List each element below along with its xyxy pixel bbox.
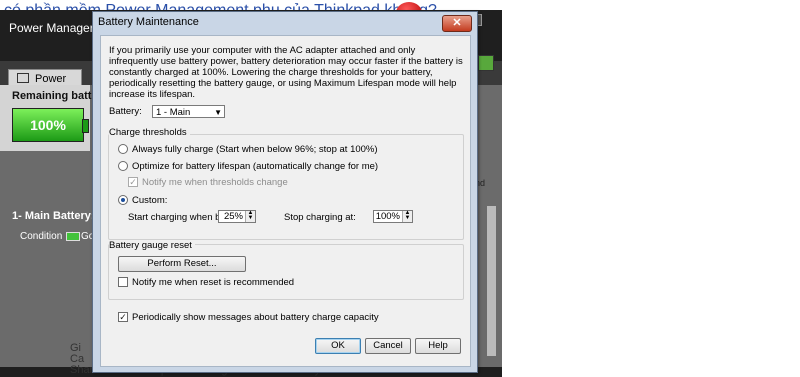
periodic-messages-checkbox[interactable]: ✓ — [118, 312, 128, 322]
help-button[interactable]: Help — [415, 338, 461, 354]
app-tray-icon[interactable] — [478, 55, 494, 71]
battery-select-value: 1 - Main — [156, 107, 191, 118]
always-full-label[interactable]: Always fully charge (Start when below 96… — [132, 144, 378, 155]
periodic-messages-label[interactable]: Periodically show messages about battery… — [132, 312, 379, 323]
condition-label: Condition — [20, 231, 63, 242]
main-battery-label: 1- Main Battery: — [12, 210, 95, 222]
chevron-down-icon: ▼ — [214, 108, 222, 117]
scrollbar[interactable] — [487, 206, 496, 356]
notify-reset-checkbox[interactable] — [118, 277, 128, 287]
start-charging-value: 25% — [223, 211, 243, 222]
always-full-radio[interactable] — [118, 144, 128, 154]
battery-tab-icon — [17, 73, 29, 83]
stop-charging-label: Stop charging at: — [284, 212, 356, 223]
spinner-arrows-icon[interactable]: ▲ ▼ — [402, 210, 412, 222]
custom-label[interactable]: Custom: — [132, 195, 167, 206]
battery-label: Battery: — [109, 106, 142, 117]
battery-level-indicator: 100% — [12, 108, 89, 142]
battery-condition-icon — [66, 232, 80, 241]
optimize-lifespan-label[interactable]: Optimize for battery lifespan (automatic… — [132, 161, 378, 172]
battery-select[interactable]: 1 - Main ▼ — [152, 105, 225, 118]
start-charging-stepper[interactable]: 25% ▲ ▼ — [218, 210, 256, 223]
notify-reset-label[interactable]: Notify me when reset is recommended — [132, 277, 294, 288]
charge-thresholds-title: Charge thresholds — [109, 127, 190, 138]
stop-charging-value: 100% — [375, 211, 400, 222]
close-icon[interactable]: ✕ — [442, 15, 472, 32]
notify-thresholds-label: Notify me when thresholds change — [142, 177, 288, 188]
battery-maintenance-dialog: Battery Maintenance ✕ If you primarily u… — [92, 11, 478, 373]
dialog-client-area: If you primarily use your computer with … — [100, 35, 471, 367]
power-manager-title: Power Manager — [9, 21, 94, 35]
perform-reset-button[interactable]: Perform Reset... — [118, 256, 246, 272]
dialog-title: Battery Maintenance — [98, 16, 199, 28]
cancel-button[interactable]: Cancel — [365, 338, 411, 354]
custom-radio[interactable] — [118, 195, 128, 205]
optimize-lifespan-radio[interactable] — [118, 161, 128, 171]
gauge-reset-title: Battery gauge reset — [109, 240, 195, 251]
spinner-arrows-icon[interactable]: ▲ ▼ — [245, 210, 255, 222]
stop-charging-stepper[interactable]: 100% ▲ ▼ — [373, 210, 413, 223]
gauge-reset-group — [108, 244, 464, 300]
intro-text: If you primarily use your computer with … — [109, 45, 463, 100]
notify-thresholds-checkbox[interactable]: ✓ — [128, 177, 138, 187]
ok-button[interactable]: OK — [315, 338, 361, 354]
